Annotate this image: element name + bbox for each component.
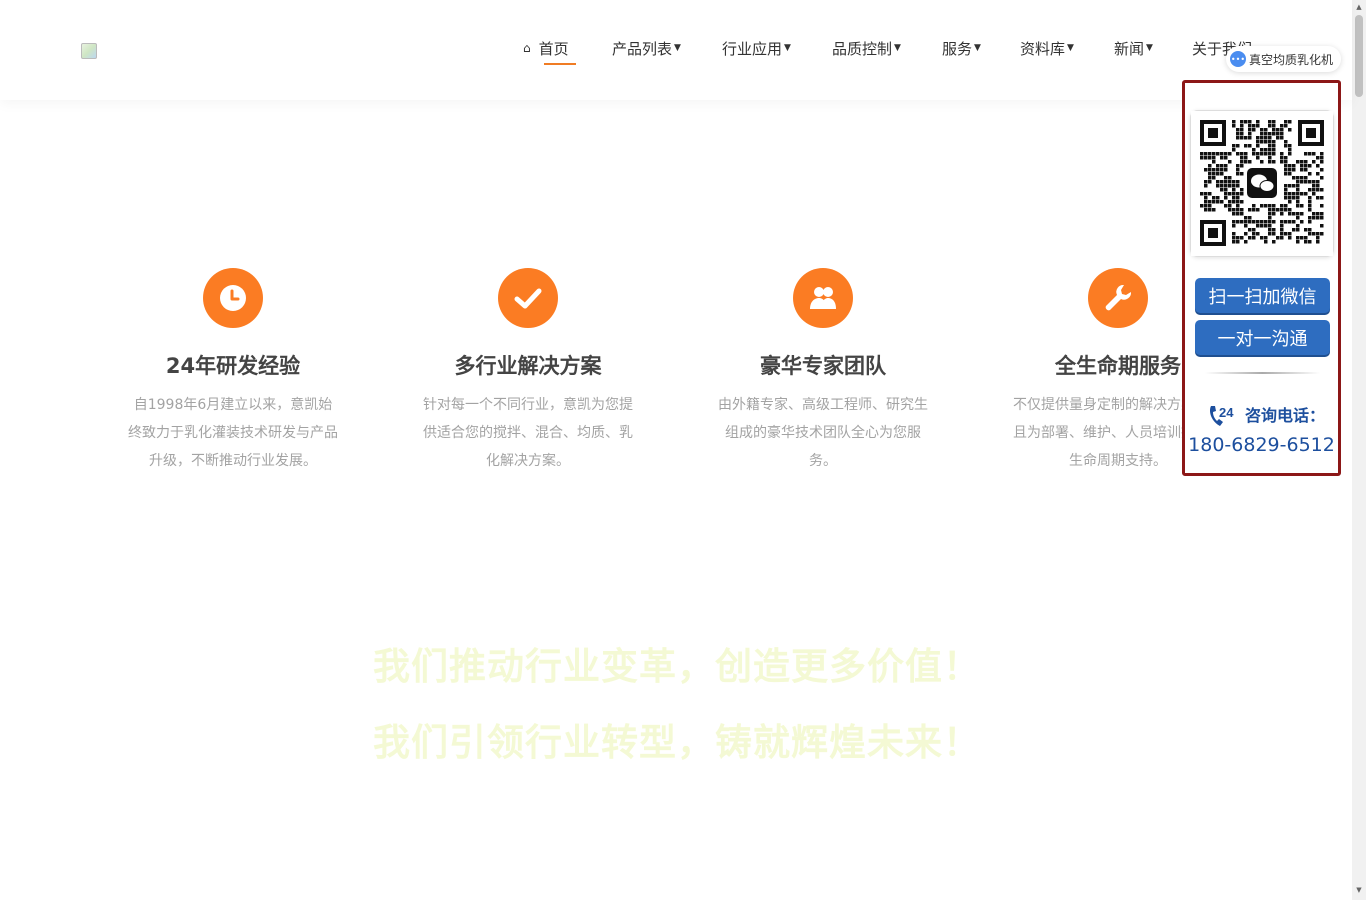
hotline-24-text: 24 (1219, 405, 1234, 420)
home-icon: ⌂ (523, 41, 531, 55)
feature-experience: 24年研发经验 自1998年6月建立以来，意凯始终致力于乳化灌装技术研发与产品升… (113, 268, 353, 475)
nav-label: 品质控制 (832, 40, 893, 58)
nav-label: 产品列表 (612, 40, 673, 58)
nav-item-products[interactable]: 产品列表 ▼ (612, 38, 681, 68)
chevron-down-icon: ▼ (1146, 43, 1153, 53)
nav-item-library[interactable]: 资料库 ▼ (1020, 38, 1074, 68)
chevron-down-icon: ▼ (894, 43, 901, 53)
scan-wechat-button[interactable]: 扫一扫加微信 (1195, 278, 1330, 313)
slogan-line: 我们引领行业转型，铸就辉煌未来！ (373, 721, 981, 764)
contact-float-panel: 扫一扫加微信 一对一沟通 24 咨询电话： 180-6829-6512 (1182, 80, 1341, 476)
feature-description: 由外籍专家、高级工程师、研究生组成的豪华技术团队全心为您服务。 (718, 397, 928, 469)
wechat-qr-code (1190, 110, 1334, 257)
hotline-24h-icon: 24 (1210, 405, 1234, 426)
scroll-thumb[interactable] (1355, 15, 1363, 97)
main-nav: ⌂ 首页 产品列表 ▼ 行业应用 ▼ 品质控制 ▼ 服务 ▼ 资料库 ▼ 新闻 ▼ 关于我们 (0, 38, 1352, 68)
nav-item-news[interactable]: 新闻 ▼ (1114, 38, 1153, 68)
scroll-down-arrow-icon[interactable]: ▼ (1355, 886, 1363, 894)
nav-active-underline (544, 63, 576, 65)
chevron-down-icon: ▼ (674, 43, 681, 53)
nav-label: 新闻 (1114, 40, 1145, 58)
check-icon (498, 268, 558, 328)
chat-icon: ••• (1230, 51, 1246, 67)
feature-description: 自1998年6月建立以来，意凯始终致力于乳化灌装技术研发与产品升级，不断推动行业… (128, 397, 338, 469)
scroll-up-arrow-icon[interactable]: ▲ (1355, 3, 1363, 11)
feature-solutions: 多行业解决方案 针对每一个不同行业，意凯为您提供适合您的搅拌、混合、均质、乳化解… (408, 268, 648, 475)
feature-team: 豪华专家团队 由外籍专家、高级工程师、研究生组成的豪华技术团队全心为您服务。 (703, 268, 943, 475)
nav-label: 行业应用 (722, 40, 783, 58)
feature-title: 多行业解决方案 (454, 354, 602, 378)
nav-item-quality[interactable]: 品质控制 ▼ (832, 38, 901, 68)
clock-icon (203, 268, 263, 328)
phone-number[interactable]: 180-6829-6512 (1185, 434, 1338, 456)
chat-badge-label: 真空均质乳化机 (1249, 52, 1334, 67)
site-header: ⌂ 首页 产品列表 ▼ 行业应用 ▼ 品质控制 ▼ 服务 ▼ 资料库 ▼ 新闻 ▼ 关于我们 (0, 0, 1352, 100)
nav-label: 资料库 (1020, 40, 1066, 58)
nav-item-industry[interactable]: 行业应用 ▼ (722, 38, 791, 68)
nav-item-service[interactable]: 服务 ▼ (942, 38, 981, 68)
chevron-down-icon: ▼ (784, 43, 791, 53)
nav-item-home[interactable]: ⌂ 首页 (523, 38, 576, 68)
nav-home-label: 首页 (538, 40, 569, 58)
slogan-line: 我们推动行业变革，创造更多价值！ (373, 645, 981, 688)
hotline-row: 24 咨询电话： (1207, 399, 1325, 429)
chevron-down-icon: ▼ (1067, 43, 1074, 53)
team-icon (793, 268, 853, 328)
feature-title: 24年研发经验 (165, 354, 301, 378)
one-on-one-chat-button[interactable]: 一对一沟通 (1195, 320, 1330, 355)
phone-label: 咨询电话： (1245, 406, 1326, 425)
page-scrollbar[interactable]: ▲ ▼ (1352, 0, 1366, 900)
feature-description: 针对每一个不同行业，意凯为您提供适合您的搅拌、混合、均质、乳化解决方案。 (423, 397, 633, 469)
chevron-down-icon: ▼ (974, 43, 981, 53)
feature-title: 豪华专家团队 (760, 354, 886, 378)
panel-divider (1205, 372, 1320, 374)
wrench-icon (1088, 268, 1148, 328)
nav-label: 服务 (942, 40, 973, 58)
live-chat-badge[interactable]: ••• 真空均质乳化机 (1226, 46, 1342, 72)
